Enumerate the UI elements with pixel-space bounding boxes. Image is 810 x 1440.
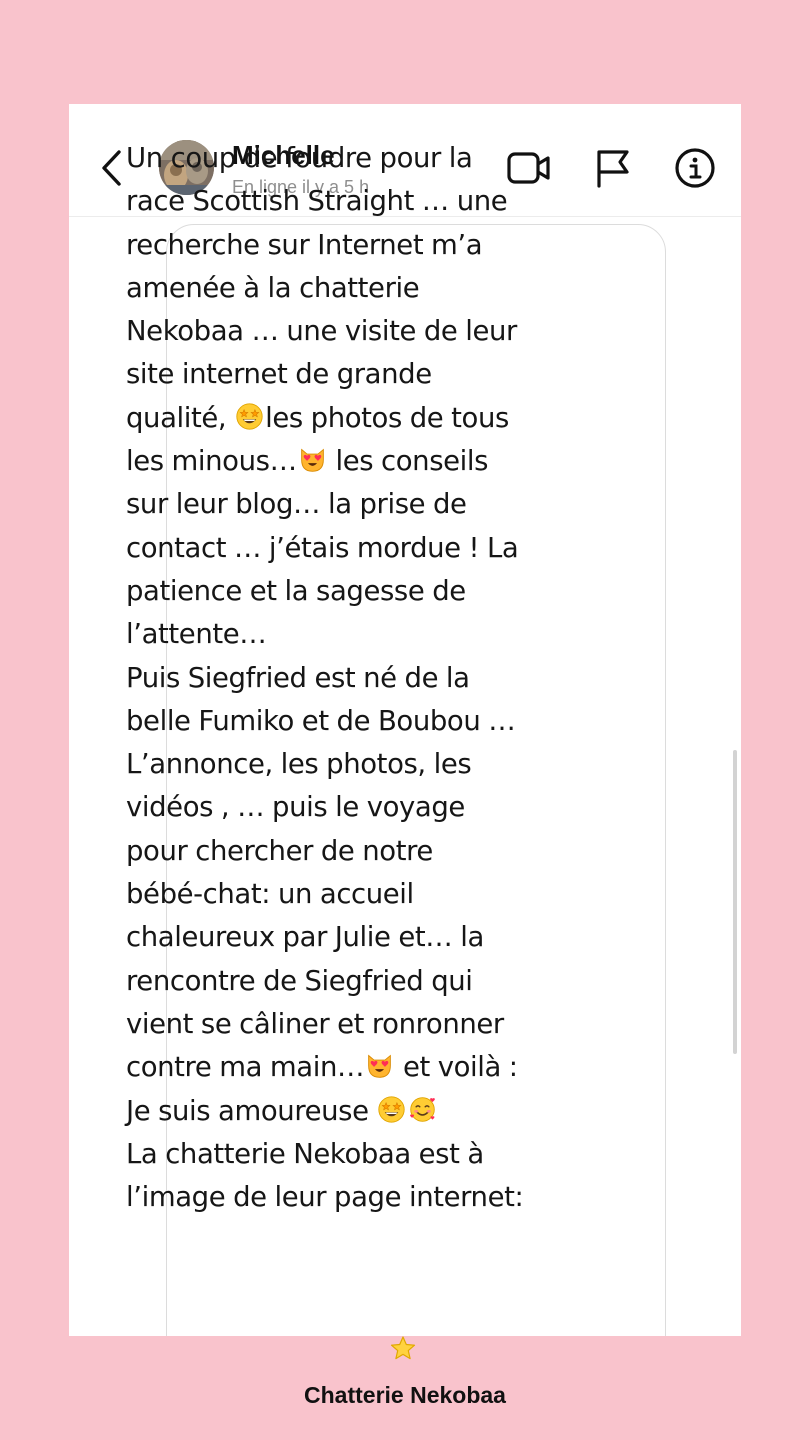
message-text-segment: sur leur blog… la prise de (126, 488, 467, 521)
heart-eyes-cat-icon (298, 444, 327, 473)
message-text-segment: l’attente… (126, 618, 267, 651)
message-text-segment: contact … j’étais mordue ! La (126, 531, 519, 564)
info-icon (675, 148, 715, 188)
message-line: Puis Siegfried est né de la (126, 657, 606, 700)
message-text-segment: race Scottish Straight … une (126, 185, 508, 218)
message-text-segment: les conseils (327, 445, 489, 478)
message-text-segment: patience et la sagesse de (126, 574, 466, 607)
message-line: chaleureux par Julie et… la (126, 916, 606, 959)
message-line: vient se câliner et ronronner (126, 1003, 606, 1046)
message-text-segment: amenée à la chatterie (126, 271, 420, 304)
info-button[interactable] (671, 146, 719, 190)
message-text-segment: et voilà : (395, 1051, 518, 1084)
message-text-segment: chaleureux par Julie et… la (126, 921, 484, 954)
message-text: Un coup de foudre pour la race Scottish S… (126, 137, 606, 1219)
message-line: qualité, les photos de tous (126, 397, 606, 440)
message-line: contre ma main… et voilà : (126, 1046, 606, 1089)
message-text-segment: pour chercher de notre (126, 834, 433, 867)
star-struck-icon (377, 1094, 406, 1123)
star-icon (390, 1336, 416, 1360)
message-line: amenée à la chatterie (126, 267, 606, 310)
message-text-segment: Un coup de foudre pour la (126, 142, 473, 174)
message-text-segment: site internet de grande (126, 358, 432, 391)
message-line: contact … j’étais mordue ! La (126, 527, 606, 570)
message-text-segment: L’annonce, les photos, les (126, 748, 472, 781)
message-line: rencontre de Siegfried qui (126, 960, 606, 1003)
message-line: vidéos , … puis le voyage (126, 786, 606, 829)
message-line: recherche sur Internet m’a (126, 224, 606, 267)
message-text-segment: contre ma main… (126, 1051, 365, 1084)
message-line: belle Fumiko et de Boubou … (126, 700, 606, 743)
message-text-segment: vidéos , … puis le voyage (126, 791, 465, 824)
scrollbar[interactable] (733, 750, 737, 1054)
message-line: Nekobaa … une visite de leur (126, 310, 606, 353)
message-line: l’attente… (126, 613, 606, 656)
message-line: Un coup de foudre pour la (126, 137, 606, 180)
chevron-left-icon (102, 150, 121, 186)
message-text-segment: La chatterie Nekobaa est à (126, 1137, 484, 1170)
message-text-segment: vient se câliner et ronronner (126, 1007, 504, 1040)
message-line: l’image de leur page internet: (126, 1176, 606, 1219)
message-line: L’annonce, les photos, les (126, 743, 606, 786)
message-text-segment: bébé-chat: un accueil (126, 878, 414, 911)
back-button[interactable] (93, 144, 129, 192)
message-line: sur leur blog… la prise de (126, 483, 606, 526)
message-line: race Scottish Straight … une (126, 180, 606, 223)
message-text-segment: Je suis amoureuse (126, 1094, 377, 1127)
message-text-segment: rencontre de Siegfried qui (126, 964, 473, 997)
message-text-segment: l’image de leur page internet: (126, 1181, 524, 1214)
message-line: site internet de grande (126, 353, 606, 396)
message-text-segment: Nekobaa … une visite de leur (126, 315, 517, 348)
message-text-segment: recherche sur Internet m’a (126, 228, 483, 261)
message-line: les minous… les conseils (126, 440, 606, 483)
message-text-segment: belle Fumiko et de Boubou … (126, 704, 516, 737)
message-line: La chatterie Nekobaa est à (126, 1133, 606, 1176)
smiling-face-with-hearts-icon (408, 1094, 437, 1123)
heart-eyes-cat-icon (365, 1050, 394, 1079)
star-struck-icon (235, 401, 264, 430)
message-text-segment: qualité, (126, 401, 235, 434)
message-line: pour chercher de notre (126, 830, 606, 873)
message-line: Je suis amoureuse (126, 1090, 606, 1133)
message-text-segment: les photos de tous (265, 401, 509, 434)
message-line: bébé-chat: un accueil (126, 873, 606, 916)
footer-label: Chatterie Nekobaa (304, 1382, 506, 1408)
message-line: patience et la sagesse de (126, 570, 606, 613)
message-text-segment: Puis Siegfried est né de la (126, 661, 470, 694)
message-text-segment: les minous… (126, 445, 297, 478)
